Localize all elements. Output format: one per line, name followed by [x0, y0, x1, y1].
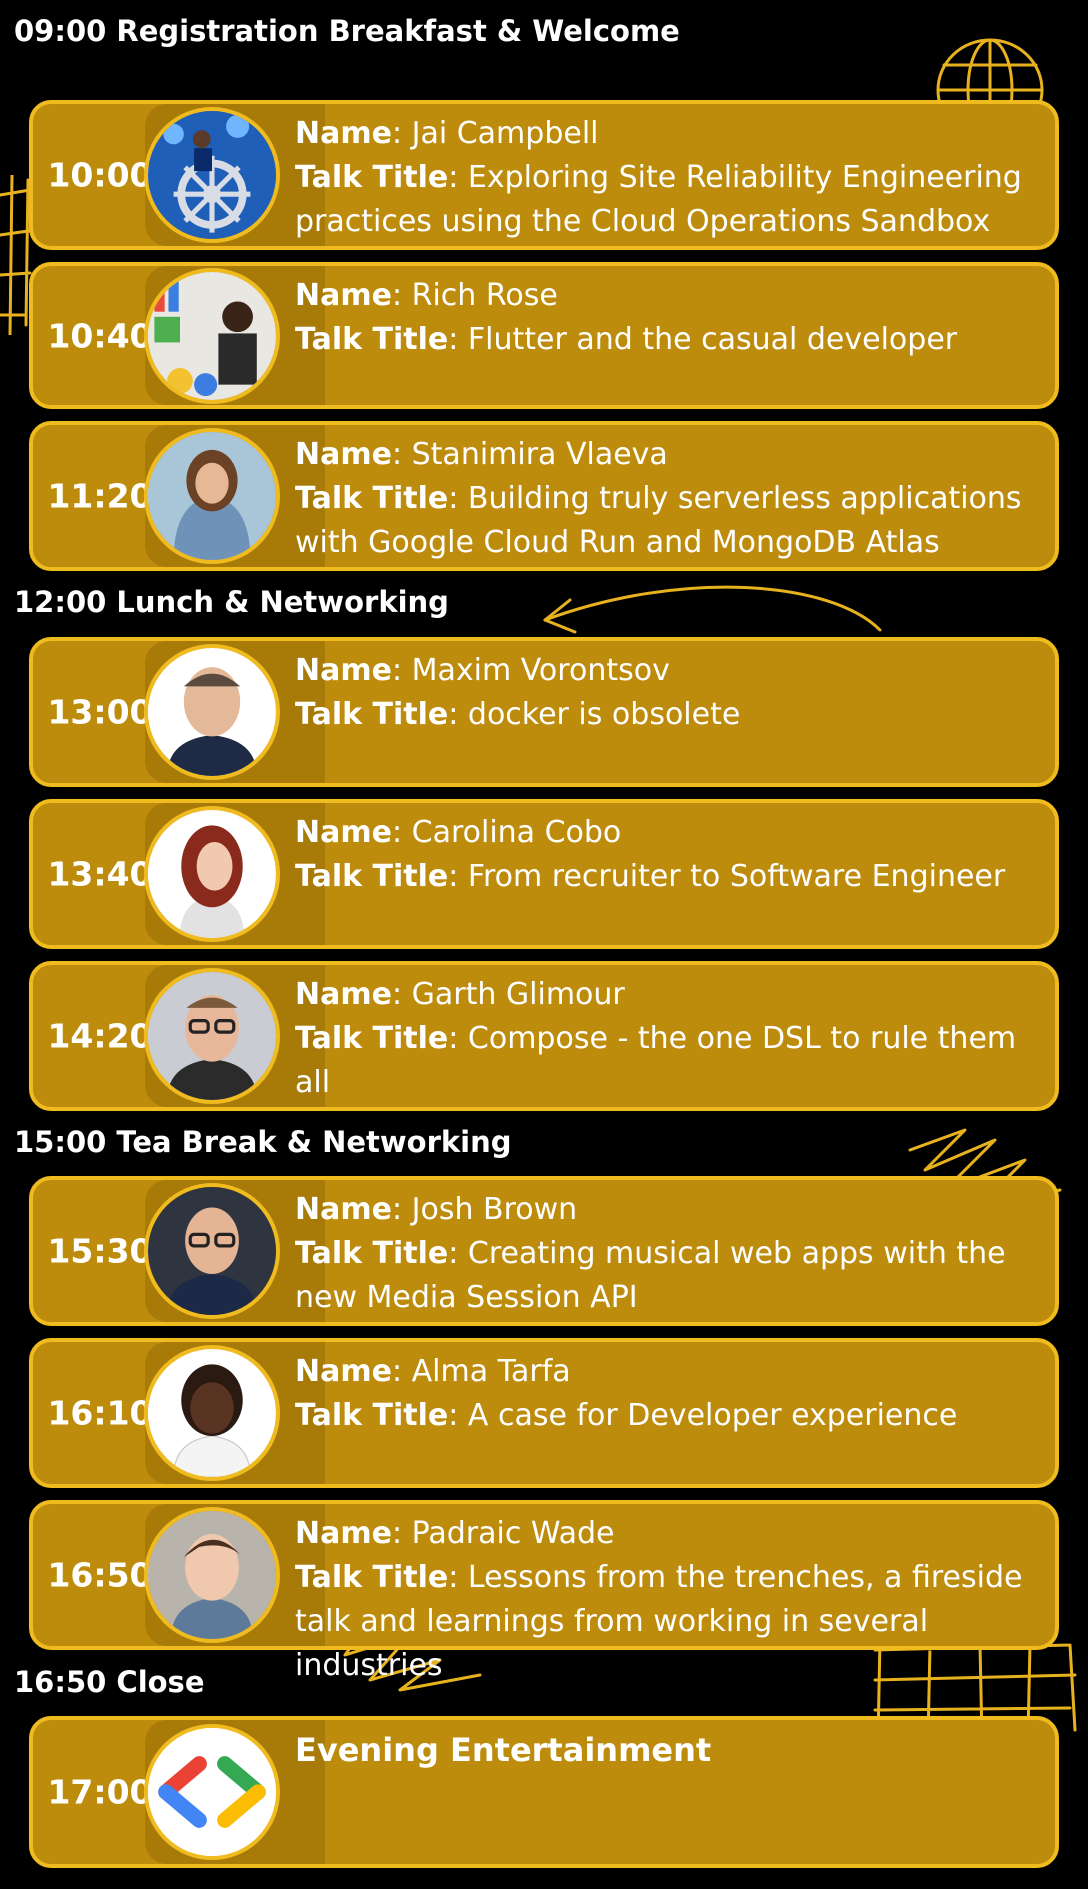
talk-card: 15:30 Name: Josh Brown Talk Title: Creat… — [29, 1176, 1059, 1326]
speaker-name: Maxim Vorontsov — [411, 653, 670, 688]
speaker-photo — [144, 806, 280, 942]
speaker-photo — [144, 644, 280, 780]
talk-time: 16:10 — [47, 1393, 153, 1433]
name-label: Name — [295, 815, 392, 850]
speaker-name: Stanimira Vlaeva — [411, 437, 668, 472]
speaker-photo — [144, 428, 280, 564]
name-label: Name — [295, 437, 392, 472]
talk-time: 15:30 — [47, 1231, 153, 1271]
speaker-name: Padraic Wade — [411, 1516, 615, 1551]
speaker-name: Rich Rose — [411, 278, 558, 313]
section-heading-registration: 09:00 Registration Breakfast & Welcome — [14, 14, 680, 48]
speaker-name: Carolina Cobo — [411, 815, 622, 850]
speaker-photo — [144, 968, 280, 1104]
section-heading-tea-break: 15:00 Tea Break & Networking — [14, 1125, 512, 1159]
talk-title-label: Talk Title — [295, 697, 449, 732]
section-heading-lunch: 12:00 Lunch & Networking — [14, 585, 449, 619]
speaker-photo — [144, 107, 280, 243]
talk-title-label: Talk Title — [295, 1398, 449, 1433]
talk-card: 14:20 Name: Garth Glimour Talk Title: Co… — [29, 961, 1059, 1111]
speaker-photo — [144, 1345, 280, 1481]
evening-title: Evening Entertainment — [295, 1731, 712, 1769]
speaker-photo — [144, 1507, 280, 1643]
evening-time: 17:00 — [47, 1772, 153, 1812]
name-label: Name — [295, 653, 392, 688]
talk-title: A case for Developer experience — [467, 1398, 958, 1433]
talk-time: 10:40 — [47, 316, 153, 355]
speaker-photo — [144, 267, 280, 404]
talk-title-label: Talk Title — [295, 859, 449, 894]
talk-card: 11:20 Name: Stanimira Vlaeva Talk Title:… — [29, 421, 1059, 571]
talk-title-label: Talk Title — [295, 322, 449, 357]
speaker-name: Alma Tarfa — [411, 1354, 571, 1389]
talk-card: 16:50 Name: Padraic Wade Talk Title: Les… — [29, 1500, 1059, 1683]
talk-time: 13:40 — [47, 854, 153, 894]
name-label: Name — [295, 1354, 392, 1389]
talk-time: 11:20 — [47, 476, 153, 516]
talk-title-label: Talk Title — [295, 1021, 449, 1056]
speaker-name: Josh Brown — [411, 1192, 578, 1227]
name-label: Name — [295, 1192, 392, 1227]
talk-time: 13:00 — [47, 692, 153, 732]
talk-time: 14:20 — [47, 1016, 153, 1056]
name-label: Name — [295, 278, 392, 313]
arrow-doodle-icon — [543, 585, 882, 634]
talk-title-label: Talk Title — [295, 1560, 449, 1595]
talk-card: 13:00 Name: Maxim Vorontsov Talk Title: … — [29, 637, 1059, 787]
section-heading-close: 16:50 Close — [14, 1665, 205, 1699]
name-label: Name — [295, 977, 392, 1012]
talk-time: 16:50 — [47, 1555, 153, 1595]
talk-time: 10:00 — [47, 155, 153, 195]
name-label: Name — [295, 1516, 392, 1551]
talk-title-label: Talk Title — [295, 160, 449, 195]
talk-card: 13:40 Name: Carolina Cobo Talk Title: Fr… — [29, 799, 1059, 949]
speaker-name: Jai Campbell — [411, 116, 599, 151]
talk-card: 16:10 Name: Alma Tarfa Talk Title: A cas… — [29, 1338, 1059, 1488]
talk-title-label: Talk Title — [295, 1236, 449, 1271]
talk-title: docker is obsolete — [467, 697, 741, 732]
speaker-photo — [144, 1183, 280, 1319]
name-label: Name — [295, 116, 392, 151]
talk-title: Flutter and the casual developer — [467, 322, 958, 357]
talk-card: 10:40 Name: Rich Rose Talk Title: Flutte… — [29, 262, 1059, 409]
developers-logo-icon — [144, 1724, 280, 1860]
talk-title: From recruiter to Software Engineer — [467, 859, 1006, 894]
talk-title-label: Talk Title — [295, 481, 449, 516]
speaker-name: Garth Glimour — [411, 977, 625, 1012]
evening-card: 17:00 Evening Entertainment — [29, 1716, 1059, 1868]
talk-card: 10:00 Name: Jai Campbell Talk Title: Exp… — [29, 100, 1059, 250]
